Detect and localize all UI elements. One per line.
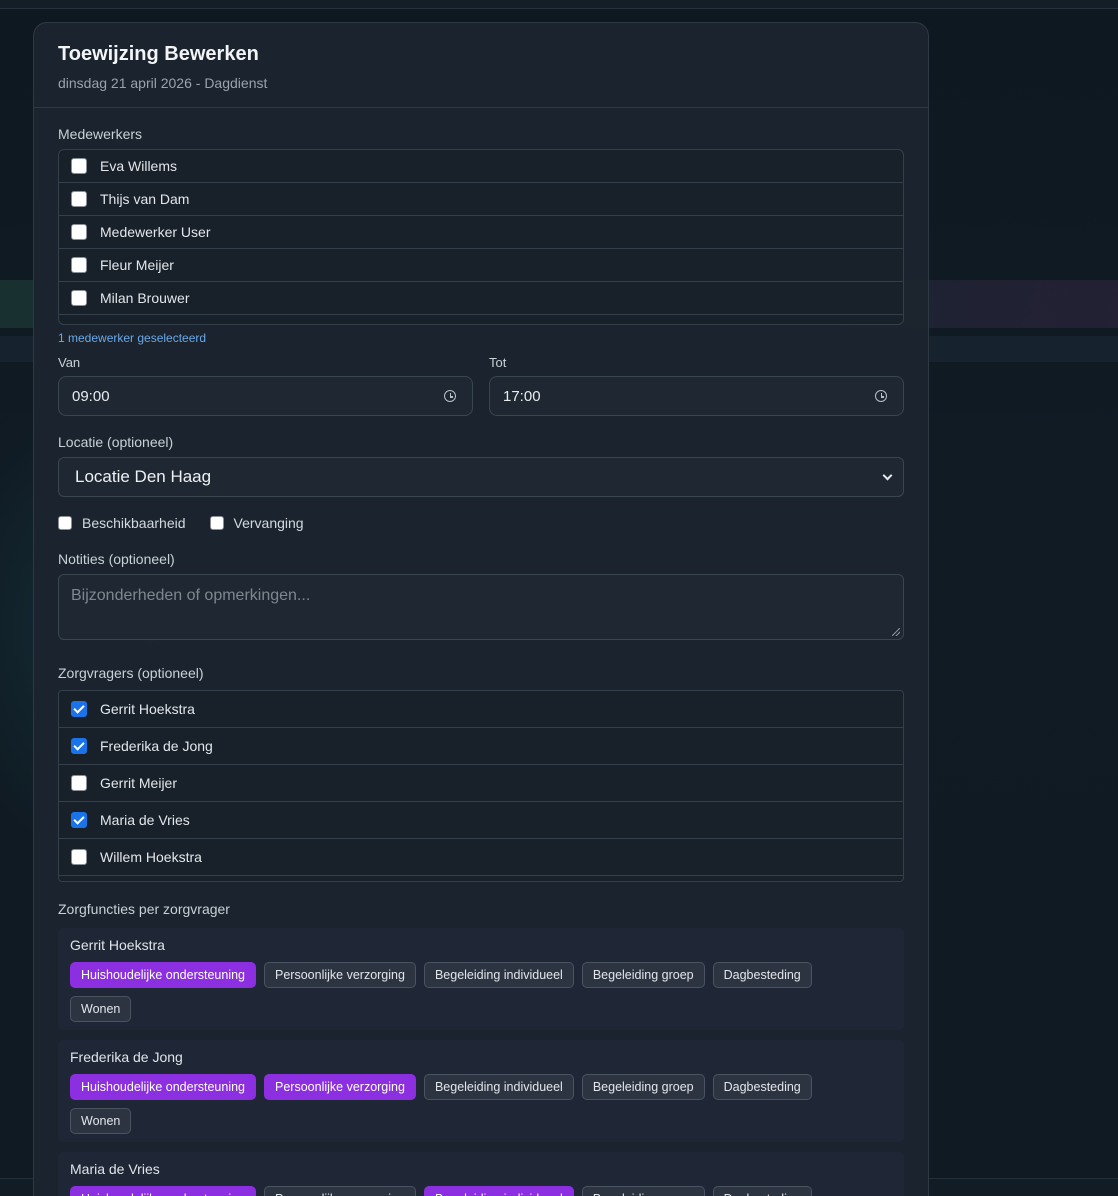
client-functions-section: Maria de Vries Huishoudelijke ondersteuni… [58,1152,904,1196]
list-item[interactable]: Eva Willems [59,150,903,183]
to-time-input[interactable]: 17:00 [489,376,904,416]
item-checkbox[interactable] [71,224,87,240]
function-toggle[interactable]: Huishoudelijke ondersteuning [70,962,257,988]
resize-handle-icon[interactable] [892,628,900,636]
item-label: Medewerker User [100,224,211,240]
list-item[interactable]: Medewerker User [59,216,903,249]
substitution-checkbox-box[interactable] [209,516,224,530]
notes-placeholder: Bijzonderheden of opmerkingen... [71,587,311,604]
item-label: Willem Hoekstra [100,849,202,865]
list-item[interactable]: Fleur Meijer [59,249,903,282]
client-name: Frederika de Jong [70,1049,183,1065]
flags-row: Beschikbaarheid Vervanging [58,514,904,532]
item-label: Gerrit Meijer [100,775,178,791]
list-item[interactable]: Gerrit Meijer [59,765,903,802]
availability-checkbox[interactable]: Beschikbaarheid [58,515,186,531]
function-toggle[interactable]: Dagbesteding [712,1074,812,1100]
to-label: Tot [489,355,507,370]
item-label: Frederika de Jong [100,738,213,754]
edit-assignment-modal: Toewijzing Bewerken dinsdag 21 april 202… [33,22,929,1196]
item-label: Milan Brouwer [100,290,190,306]
client-functions-section: Gerrit Hoekstra Huishoudelijke ondersteun… [58,928,904,1030]
function-toggle[interactable]: Begeleiding groep [581,1186,705,1196]
clients-list[interactable]: Gerrit Hoekstra Frederika de Jong Gerrit M… [58,690,904,882]
list-item[interactable]: Frederika de Jong [59,728,903,765]
item-checkbox[interactable] [71,290,87,306]
modal-header: Toewijzing Bewerken dinsdag 21 april 202… [34,23,928,108]
modal-title: Toewijzing Bewerken [58,43,259,65]
function-toggle[interactable]: Persoonlijke verzorging [264,1186,416,1196]
to-time-value: 17:00 [503,387,541,405]
function-toggle[interactable]: Begeleiding groep [581,1074,705,1100]
list-item[interactable]: Willem Hoekstra [59,839,903,876]
function-pills: Huishoudelijke ondersteuning Persoonlijke… [70,962,850,1022]
from-time-value: 09:00 [72,387,110,405]
function-toggle[interactable]: Huishoudelijke ondersteuning [70,1186,257,1196]
list-item[interactable]: Maria de Vries [59,802,903,839]
employees-list[interactable]: Eva Willems Thijs van Dam Medewerker User F… [58,149,904,325]
functions-container: Gerrit Hoekstra Huishoudelijke ondersteun… [58,928,904,1196]
functions-label: Zorgfuncties per zorgvrager [58,901,230,917]
substitution-label: Vervanging [233,515,304,531]
client-name: Gerrit Hoekstra [70,937,165,953]
function-toggle[interactable]: Begeleiding individueel [423,1074,574,1100]
client-name: Maria de Vries [70,1161,160,1177]
function-toggle[interactable]: Begeleiding individueel [423,962,574,988]
function-toggle[interactable]: Wonen [70,1108,132,1134]
function-toggle[interactable]: Dagbesteding [712,1186,812,1196]
employees-label: Medewerkers [58,126,143,142]
notes-textarea[interactable]: Bijzonderheden of opmerkingen... [58,574,904,640]
function-toggle[interactable]: Persoonlijke verzorging [264,962,416,988]
item-checkbox[interactable] [71,775,87,791]
notes-label: Notities (optioneel) [58,551,175,567]
list-item[interactable]: Gerrit Hoekstra [59,691,903,728]
from-label: Van [58,355,81,370]
item-checkbox[interactable] [71,191,87,207]
list-item[interactable]: Thijs van Dam [59,183,903,216]
item-checkbox[interactable] [71,738,87,754]
clock-icon[interactable] [875,390,887,402]
item-label: Gerrit Hoekstra [100,701,195,717]
availability-label: Beschikbaarheid [82,515,186,531]
availability-checkbox-box[interactable] [58,516,72,530]
function-toggle[interactable]: Persoonlijke verzorging [264,1074,416,1100]
employees-selected-count: 1 medewerker geselecteerd [58,331,207,345]
function-toggle[interactable]: Begeleiding groep [581,962,705,988]
function-pills: Huishoudelijke ondersteuning Persoonlijke… [70,1074,850,1134]
item-checkbox[interactable] [71,257,87,273]
from-time-input[interactable]: 09:00 [58,376,473,416]
item-checkbox[interactable] [71,701,87,717]
function-toggle[interactable]: Huishoudelijke ondersteuning [70,1074,257,1100]
list-item[interactable]: Milan Brouwer [59,282,903,315]
modal-body: Medewerkers Eva Willems Thijs van Dam Mede… [34,108,928,1196]
function-toggle[interactable]: Begeleiding individueel [423,1186,574,1196]
from-group: Van 09:00 [58,354,473,416]
clock-icon[interactable] [444,390,456,402]
location-select[interactable]: Locatie Den Haag [58,457,904,497]
item-checkbox[interactable] [71,158,87,174]
clients-label: Zorgvragers (optioneel) [58,665,204,681]
item-checkbox[interactable] [71,812,87,828]
client-functions-section: Frederika de Jong Huishoudelijke onderste… [58,1040,904,1142]
function-pills: Huishoudelijke ondersteuning Persoonlijke… [70,1186,850,1196]
modal-subtitle: dinsdag 21 april 2026 - Dagdienst [58,75,268,91]
time-row: Van 09:00 Tot 17:00 [58,354,904,416]
to-group: Tot 17:00 [489,354,904,416]
item-label: Eva Willems [100,158,178,174]
item-label: Thijs van Dam [100,191,190,207]
function-toggle[interactable]: Dagbesteding [712,962,812,988]
chevron-down-icon [882,470,893,480]
substitution-checkbox[interactable]: Vervanging [209,515,304,531]
item-label: Maria de Vries [100,812,190,828]
location-value: Locatie Den Haag [75,467,212,486]
item-checkbox[interactable] [71,849,87,865]
function-toggle[interactable]: Wonen [70,996,132,1022]
background-topbar [0,0,1118,9]
location-label: Locatie (optioneel) [58,434,174,450]
item-label: Fleur Meijer [100,257,174,273]
